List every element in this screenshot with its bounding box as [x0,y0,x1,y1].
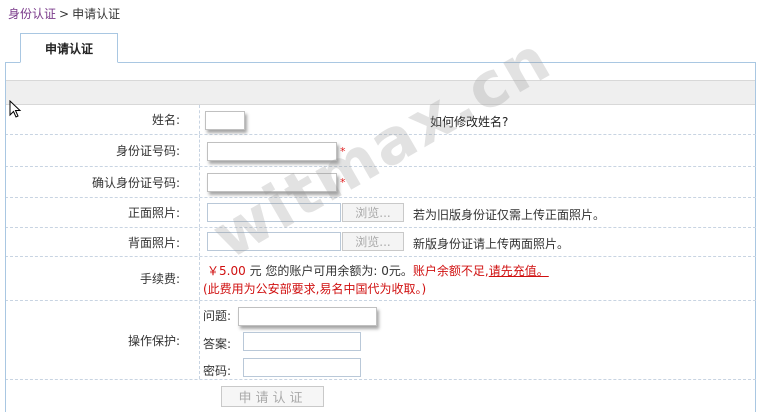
name-field[interactable] [205,111,245,130]
front-photo-browse-button[interactable]: 浏览... [342,203,404,222]
bottom-divider [5,379,756,380]
fee-amount: ￥5.00 [207,264,246,278]
required-mark: * [340,176,346,189]
front-photo-label: 正面照片: [127,206,180,220]
breadcrumb-link-identity[interactable]: 身份认证 [8,7,56,21]
row-name: 姓名: 如何修改姓名? [5,105,756,135]
divider [199,198,200,227]
balance-text: 您的账户可用余额为: [265,264,378,278]
password-input[interactable] [243,358,361,377]
breadcrumb-current: 申请认证 [72,7,121,21]
fee-unit: 元 [249,264,262,278]
divider [199,135,200,166]
apply-certification-button[interactable]: 申请认证 [221,386,324,407]
back-photo-browse-button[interactable]: 浏览... [342,232,404,251]
front-photo-hint: 若为旧版身份证仅需上传正面照片。 [413,208,606,222]
fee-label: 手续费: [139,272,180,286]
recharge-link[interactable]: 请先充值。 [489,264,549,278]
breadcrumb: 身份认证 > 申请认证 [8,5,120,22]
insufficient-balance-text: 账户余额不足, [412,264,489,278]
question-label: 问题: [203,309,232,323]
divider [199,257,200,300]
row-id-number: 身份证号码: * [5,135,756,167]
panel-header-bar [6,80,755,105]
mouse-cursor-icon [9,100,22,118]
back-photo-label: 背面照片: [127,235,180,250]
security-question-field[interactable] [238,307,377,326]
row-back-photo: 背面照片: 浏览... 新版身份证请上传两面照片。 [5,228,756,257]
row-confirm-id: 确认身份证号码: * [5,167,756,198]
id-number-field[interactable] [207,142,337,161]
divider [199,167,200,197]
front-photo-file-field[interactable] [207,203,341,222]
panel-left-border [5,62,6,412]
required-mark: * [340,145,346,158]
password-label: 密码: [203,364,232,378]
divider [199,301,200,379]
fee-line: ￥5.00 元 您的账户可用余额为: 0元。账户余额不足,请先充值。 [207,262,549,279]
divider [199,105,200,134]
answer-input[interactable] [243,332,361,351]
row-operation-protection: 操作保护: 问题: 答案: 密码: [5,301,756,379]
back-photo-file-field[interactable] [207,232,341,251]
id-number-label: 身份证号码: [115,144,180,158]
confirm-id-field[interactable] [207,173,337,192]
protection-label: 操作保护: [127,333,180,348]
how-to-change-name-link[interactable]: 如何修改姓名? [430,113,508,130]
tab-apply-certification[interactable]: 申请认证 [20,33,118,63]
confirm-id-label: 确认身份证号码: [91,175,180,190]
row-front-photo: 正面照片: 浏览... 若为旧版身份证仅需上传正面照片。 [5,198,756,228]
back-photo-hint: 新版身份证请上传两面照片。 [413,237,570,251]
breadcrumb-separator: > [59,7,70,21]
answer-label: 答案: [203,337,232,351]
divider [199,228,200,256]
balance-value: 0元。 [381,264,413,278]
fee-note: (此费用为公安部要求,易名中国代为收取。) [203,282,427,296]
name-label: 姓名: [151,113,180,127]
row-fee: 手续费: ￥5.00 元 您的账户可用余额为: 0元。账户余额不足,请先充值。 … [5,257,756,301]
